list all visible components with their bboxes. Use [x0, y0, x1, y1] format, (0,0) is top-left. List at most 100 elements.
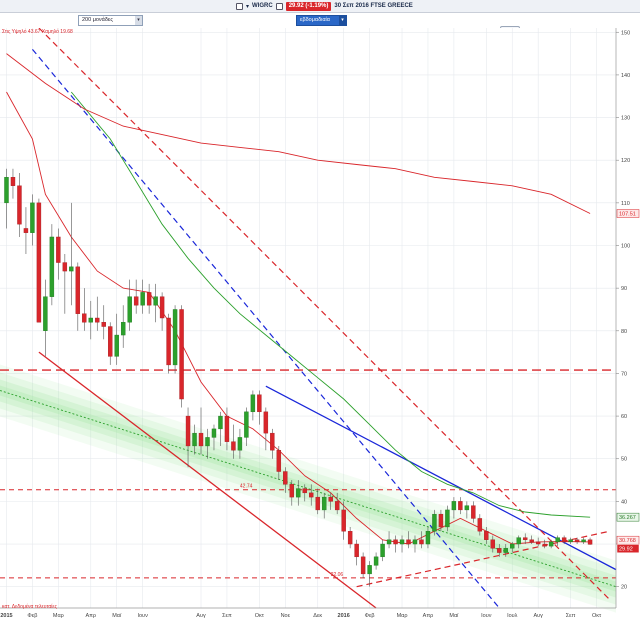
candle-body — [49, 236, 55, 297]
x-tick-label: 2015 — [0, 613, 12, 619]
chevron-down-icon: ▾ — [135, 16, 142, 25]
candle-body — [172, 309, 178, 366]
candle-down — [179, 305, 184, 408]
y-tick-label: 40 — [621, 499, 627, 505]
candle-body — [179, 309, 184, 400]
candle-body — [341, 509, 346, 532]
y-tick-label: 140 — [621, 73, 630, 79]
x-tick-label: 2016 — [338, 613, 350, 619]
candle-body — [542, 543, 547, 547]
candle-body — [548, 541, 554, 547]
candle-body — [36, 202, 42, 323]
candle-body — [88, 317, 93, 323]
x-tick-label: Νοε — [281, 613, 291, 619]
candle-body — [328, 496, 333, 502]
y-tick-label: 130 — [621, 116, 630, 122]
y-tick-label: 150 — [621, 30, 630, 36]
candle-body — [380, 543, 385, 558]
candle-body — [309, 492, 314, 498]
y-tick-label: 110 — [621, 201, 630, 207]
candle-body — [270, 432, 275, 451]
candle-body — [114, 334, 119, 357]
x-tick-label: Δεκ — [313, 613, 322, 619]
candle-body — [347, 531, 353, 545]
x-tick-label: Φεβ — [365, 613, 375, 619]
candle-body — [198, 432, 204, 447]
candle-body — [406, 539, 411, 545]
price-tag: 107.51 — [616, 209, 640, 218]
candle-body — [108, 326, 113, 357]
candle-body — [289, 484, 294, 498]
date-market-label: 30 Σεπ 2016 FTSE GREECE — [334, 3, 413, 9]
period-select[interactable]: εβδομαδιαία ▾ — [296, 15, 347, 26]
candle-body — [438, 513, 444, 528]
candle-body — [101, 322, 106, 327]
x-tick-label: Φεβ — [27, 613, 37, 619]
price-change-badge: 29.92 (-1.19%) — [285, 1, 332, 11]
candle-body — [393, 539, 398, 545]
candle-body — [140, 292, 145, 306]
candle-body — [484, 531, 489, 540]
candle-body — [95, 317, 100, 323]
candle-body — [153, 296, 158, 306]
candle-body — [322, 496, 327, 511]
x-tick-label: Απρ — [85, 613, 96, 619]
candle-down — [166, 313, 171, 374]
dropdown-chevron-icon[interactable]: ▾ — [246, 3, 249, 10]
x-tick-label: Οκτ — [592, 613, 602, 619]
symbol-header: ▾ WIGRC 29.92 (-1.19%) 30 Σεπ 2016 FTSE … — [236, 1, 413, 11]
candle-body — [211, 428, 217, 438]
candle-body — [425, 531, 431, 545]
price-chart: 42.7422.06 20304050607080901001101201301… — [0, 28, 640, 619]
candle-body — [159, 296, 165, 319]
candle-body — [516, 537, 521, 545]
candle-body — [276, 450, 282, 472]
candle-body — [62, 262, 68, 272]
candle-body — [218, 415, 223, 430]
x-tick-label: Μαρ — [397, 613, 408, 619]
candle-body — [133, 296, 139, 306]
candle-body — [334, 501, 340, 511]
candle-body — [43, 296, 48, 331]
y-tick-label: 20 — [621, 585, 627, 591]
chart-menu-icon[interactable] — [236, 2, 243, 10]
candle-body — [458, 501, 463, 511]
candle-body — [477, 518, 483, 532]
candle-body — [185, 415, 191, 447]
y-tick-label: 60 — [621, 414, 627, 420]
candle-body — [561, 537, 567, 543]
candle-body — [412, 539, 418, 545]
candle-body — [367, 565, 372, 575]
candle-body — [568, 539, 573, 543]
y-tick-label: 100 — [621, 244, 630, 250]
candle-body — [82, 313, 87, 323]
candle-body — [56, 236, 61, 263]
info-icon[interactable] — [275, 2, 283, 10]
x-tick-label: Μαρ — [53, 613, 64, 619]
candle-body — [373, 556, 379, 566]
candle-body — [419, 539, 424, 545]
candle-body — [555, 537, 560, 543]
candle-body — [529, 539, 534, 543]
candle-body — [354, 543, 359, 558]
bars-count-select[interactable]: 200 μονάδες ▾ — [78, 15, 143, 26]
candle-body — [4, 177, 9, 204]
candle-body — [244, 411, 249, 438]
price-tag-label: 36.267 — [619, 515, 636, 521]
price-tag: 30.768 — [616, 535, 640, 545]
candle-body — [23, 228, 29, 233]
price-tag-label: 29.92 — [619, 547, 633, 553]
candle-body — [283, 471, 288, 485]
x-tick-label: Οκτ — [255, 613, 265, 619]
y-tick-label: 50 — [621, 457, 627, 463]
candle-body — [224, 415, 230, 442]
candle-body — [497, 548, 502, 553]
candle-body — [535, 541, 541, 545]
candle-body — [257, 394, 262, 413]
x-tick-label: Μαϊ — [449, 613, 459, 619]
candle-body — [263, 411, 269, 434]
x-tick-label: Αυγ — [533, 613, 543, 619]
candle-body — [315, 496, 320, 511]
bottom-note: κατ. Δεδομένα τελευταίες — [2, 603, 58, 610]
candle-body — [432, 513, 437, 532]
